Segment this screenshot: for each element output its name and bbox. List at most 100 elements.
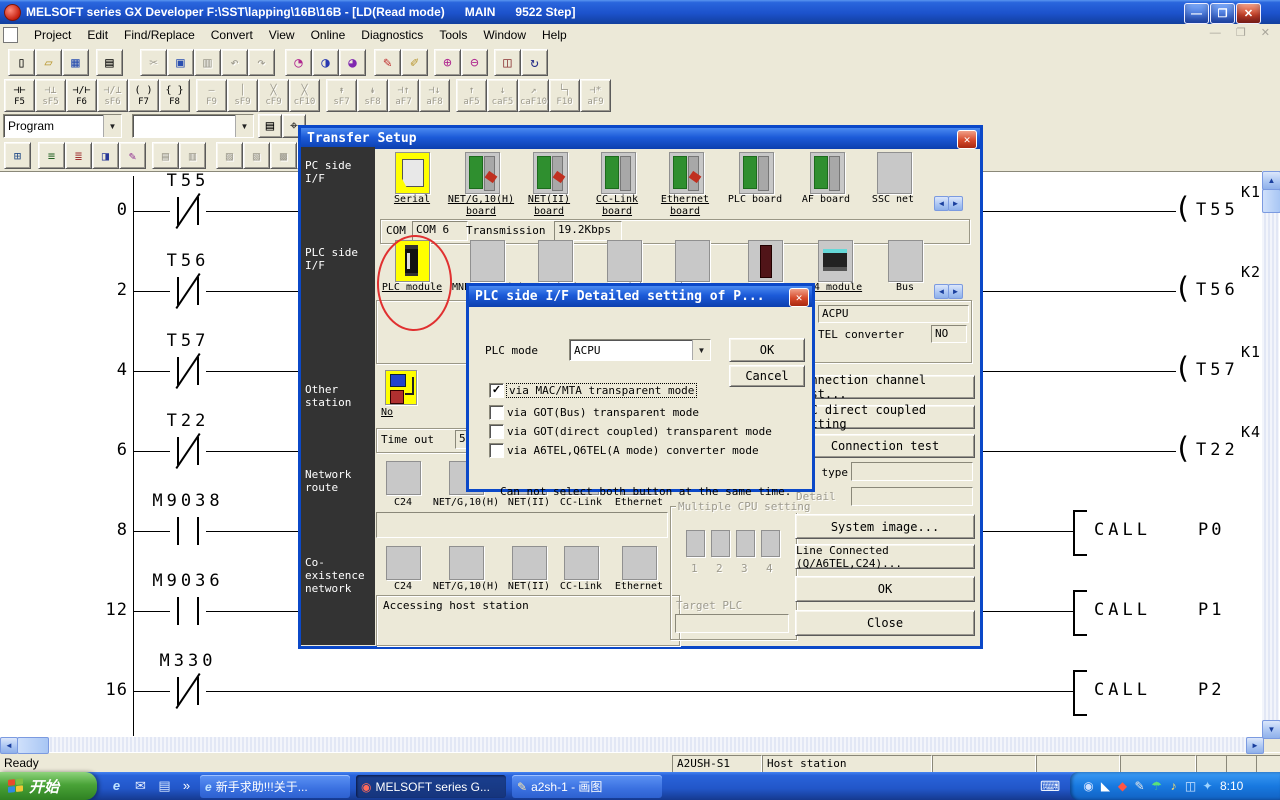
antivirus-icon[interactable]: ◆ (1114, 779, 1131, 793)
plc-if-label[interactable]: Bus (870, 282, 940, 294)
other-station-no-icon[interactable] (385, 370, 417, 405)
detail-ok-button[interactable]: OK (729, 338, 805, 362)
fkey-F6[interactable]: ⊣/⊢F6 (66, 79, 97, 112)
plc-if-ethernet[interactable] (675, 240, 710, 282)
scroll-right-icon[interactable]: ► (948, 196, 963, 211)
fkey-sF9[interactable]: │sF9 (227, 79, 258, 112)
pen-icon[interactable]: ✎ (1131, 779, 1148, 793)
pc-if-cclink-board[interactable] (601, 152, 636, 194)
comment-edit-button[interactable]: ✎ (119, 142, 146, 169)
find-device-button[interactable]: ◔ (285, 49, 312, 76)
close-button[interactable]: ✕ (1236, 3, 1261, 24)
menu-help[interactable]: Help (534, 25, 575, 45)
fkey-aF5[interactable]: ↑aF5 (456, 79, 487, 112)
no-contact[interactable] (170, 597, 206, 625)
pc-if-ethernet-board[interactable] (669, 152, 704, 194)
show-desktop-icon[interactable]: ▤ (156, 777, 173, 795)
coex-netg10h[interactable] (449, 546, 484, 580)
pc-if-ssc-net[interactable] (877, 152, 912, 194)
fkey-cF10[interactable]: ╳cF10 (289, 79, 320, 112)
undo-button[interactable]: ↶ (221, 49, 248, 76)
nc-contact[interactable] (170, 437, 206, 465)
chevron-down-icon[interactable]: ▼ (103, 115, 121, 137)
device-test-button-1[interactable]: ▨ (216, 142, 243, 169)
other-station-no-label[interactable]: No (379, 407, 411, 419)
pc-if-label[interactable]: CC-Link board (582, 194, 652, 218)
network-icon[interactable]: ◫ (1182, 779, 1199, 793)
vertical-scroll-thumb[interactable] (1262, 189, 1280, 213)
nc-contact[interactable] (170, 357, 206, 385)
ladder-logic-test-button[interactable]: ⊞ (4, 142, 31, 169)
start-button[interactable]: 开始 (0, 772, 97, 800)
volume-icon[interactable]: ♪ (1165, 779, 1182, 793)
coex-ethernet[interactable] (622, 546, 657, 580)
input-arrow-icon[interactable]: ◣ (1097, 779, 1114, 793)
fkey-caF10[interactable]: ↗caF10 (518, 79, 549, 112)
restore-button[interactable]: ❐ (1210, 3, 1235, 24)
find-contact-button[interactable]: ◨ (92, 142, 119, 169)
accessibility-icon[interactable]: ◉ (1080, 779, 1097, 793)
scroll-left-icon[interactable]: ◄ (0, 737, 18, 754)
checkbox-got-direct[interactable] (489, 424, 504, 439)
pc-if-af-board[interactable] (810, 152, 845, 194)
system-image-button[interactable]: System image... (795, 514, 975, 539)
plc-mode-combo[interactable]: ACPU ▼ (569, 339, 711, 361)
parameter-button[interactable]: ▤ (258, 114, 282, 138)
checkbox-label-mac-mta[interactable]: via MAC/MTA transparent mode (507, 384, 696, 397)
block-combo[interactable]: ▼ (132, 114, 254, 138)
task-forum-thread[interactable]: e 新手求助!!!关于... (200, 775, 350, 798)
fkey-sF8[interactable]: ↡sF8 (357, 79, 388, 112)
coex-cclink[interactable] (564, 546, 599, 580)
zoom-out-button[interactable]: ⊖ (461, 49, 488, 76)
monitor-start-button[interactable]: ▤ (152, 142, 179, 169)
transfer-ok-button[interactable]: OK (795, 576, 975, 602)
redo-button[interactable]: ↷ (248, 49, 275, 76)
pc-if-label[interactable]: Serial (377, 194, 447, 206)
paste-button[interactable]: ▥ (194, 49, 221, 76)
no-contact[interactable] (170, 517, 206, 545)
menu-project[interactable]: Project (26, 25, 79, 45)
monitor-stop-button[interactable]: ▥ (179, 142, 206, 169)
plc-if-cclink[interactable] (607, 240, 642, 282)
insert-mode-button[interactable]: ✐ (401, 49, 428, 76)
detail-cancel-button[interactable]: Cancel (729, 365, 805, 387)
tile-windows-button[interactable]: ◫ (494, 49, 521, 76)
target-cpu-4[interactable] (761, 530, 780, 557)
netroute-c24[interactable] (386, 461, 421, 495)
menu-view[interactable]: View (261, 25, 303, 45)
close-icon[interactable]: ✕ (957, 130, 977, 149)
plc-if-mnet2[interactable] (538, 240, 573, 282)
menu-diagnostics[interactable]: Diagnostics (353, 25, 431, 45)
fkey-F8[interactable]: { }F8 (159, 79, 190, 112)
pc-if-serial[interactable] (395, 152, 430, 194)
fkey-sF7[interactable]: ↟sF7 (326, 79, 357, 112)
plc-if-bus[interactable] (888, 240, 923, 282)
fkey-F5[interactable]: ⊣⊢F5 (4, 79, 35, 112)
scroll-right-icon[interactable]: ► (1246, 737, 1264, 754)
checkbox-label-got-bus[interactable]: via GOT(Bus) transparent mode (507, 406, 699, 419)
horizontal-scrollbar[interactable] (0, 737, 1262, 752)
transfer-close-button[interactable]: Close (795, 610, 975, 636)
device-test-button-2[interactable]: ▧ (243, 142, 270, 169)
pc-if-label[interactable]: NET/G,10(H) board (446, 194, 516, 218)
scroll-down-icon[interactable]: ▼ (1262, 720, 1280, 739)
mail-icon[interactable]: ✉ (132, 777, 149, 795)
menu-edit[interactable]: Edit (79, 25, 116, 45)
chevron-down-icon[interactable]: ▼ (235, 115, 253, 137)
cut-button[interactable]: ✂ (140, 49, 167, 76)
pc-if-plc-board[interactable] (739, 152, 774, 194)
menu-find-replace[interactable]: Find/Replace (116, 25, 203, 45)
copy-button[interactable]: ▣ (167, 49, 194, 76)
menu-window[interactable]: Window (475, 25, 534, 45)
chevron-down-icon[interactable]: ▼ (692, 340, 710, 360)
fkey-caF5[interactable]: ↓caF5 (487, 79, 518, 112)
write-mode-button[interactable]: ✎ (374, 49, 401, 76)
fkey-aF9[interactable]: ⊣*aF9 (580, 79, 611, 112)
fkey-F10[interactable]: └┐F10 (549, 79, 580, 112)
horizontal-scroll-thumb[interactable] (17, 737, 49, 754)
program-combo[interactable]: Program ▼ (3, 114, 122, 138)
zoom-in-button[interactable]: ⊕ (434, 49, 461, 76)
fkey-F7[interactable]: ( )F7 (128, 79, 159, 112)
checkbox-label-a6tel[interactable]: via A6TEL,Q6TEL(A mode) converter mode (507, 444, 759, 457)
mdi-child-icon[interactable] (3, 27, 18, 43)
